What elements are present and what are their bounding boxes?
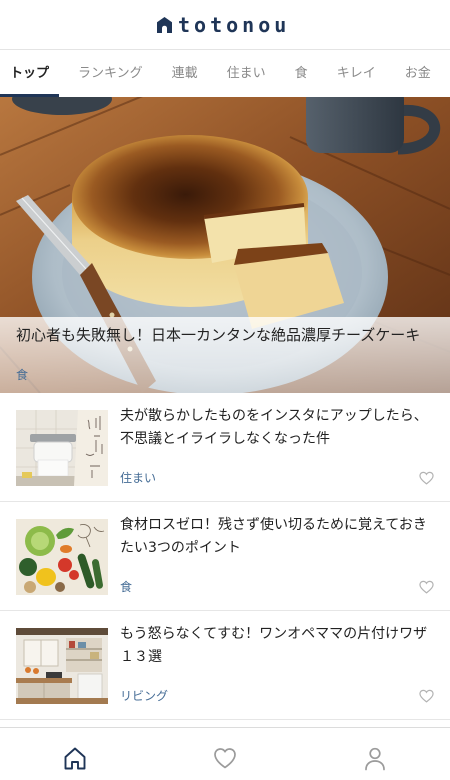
article-title: 食材ロスゼロ！残さず使い切るために覚えておきたい3つのポイント — [120, 517, 427, 556]
house-logo-icon — [157, 17, 172, 33]
article-title: 夫が散らかしたものをインスタにアップしたら、不思議とイライラしなくなった件 — [120, 408, 428, 447]
favorite-button[interactable] — [419, 471, 434, 485]
heart-icon — [419, 689, 434, 703]
article-category: 食 — [120, 580, 133, 594]
tab-housing[interactable]: 住まい — [227, 50, 266, 97]
tab-money[interactable]: お金 — [405, 50, 431, 97]
tab-label: トップ — [10, 66, 50, 81]
tab-label: 住まい — [226, 66, 266, 81]
tab-food[interactable]: 食 — [295, 50, 308, 97]
article-card[interactable]: 夫が散らかしたものをインスタにアップしたら、不思議とイライラしなくなった件 住ま… — [0, 393, 450, 502]
favorite-button[interactable] — [419, 689, 434, 703]
home-icon — [64, 747, 86, 770]
category-tabs: トップ ランキング 連載 住まい 食 キレイ お金 — [0, 50, 450, 97]
tab-label: 食 — [294, 66, 308, 81]
tab-series[interactable]: 連載 — [172, 50, 198, 97]
article-category: リビング — [120, 689, 169, 703]
app-header: totonou — [0, 0, 450, 50]
tab-beauty[interactable]: キレイ — [337, 50, 376, 97]
tab-label: お金 — [404, 66, 431, 81]
nav-favorites[interactable] — [150, 728, 300, 780]
featured-article-title: 初心者も失敗無し！日本一カンタンな絶品濃厚チーズケーキ — [16, 326, 421, 344]
tab-label: キレイ — [336, 66, 376, 81]
logo-text: totonou — [178, 13, 291, 37]
article-thumbnail — [16, 628, 108, 704]
featured-article-caption: 初心者も失敗無し！日本一カンタンな絶品濃厚チーズケーキ 食 — [0, 317, 450, 393]
heart-icon — [214, 748, 236, 769]
article-title: もう怒らなくてすむ！ワンオペママの片付けワザ１３選 — [120, 626, 428, 665]
featured-article[interactable]: 初心者も失敗無し！日本一カンタンな絶品濃厚チーズケーキ 食 — [0, 97, 450, 393]
nav-home[interactable] — [0, 728, 150, 780]
featured-article-category: 食 — [16, 368, 29, 382]
tab-top[interactable]: トップ — [0, 50, 60, 97]
nav-account[interactable] — [300, 728, 450, 780]
heart-icon — [419, 580, 434, 594]
heart-icon — [419, 471, 434, 485]
tab-label: 連載 — [171, 66, 198, 81]
favorite-button[interactable] — [419, 580, 434, 594]
logo[interactable]: totonou — [157, 13, 290, 37]
article-thumbnail — [16, 410, 108, 486]
article-card[interactable]: 食材ロスゼロ！残さず使い切るために覚えておきたい3つのポイント 食 — [0, 502, 450, 611]
article-category: 住まい — [120, 471, 157, 485]
article-card[interactable]: もう怒らなくてすむ！ワンオペママの片付けワザ１３選 リビング — [0, 611, 450, 720]
bottom-nav — [0, 727, 450, 780]
tab-ranking[interactable]: ランキング — [78, 50, 143, 97]
article-thumbnail — [16, 519, 108, 595]
person-icon — [365, 747, 385, 771]
tab-label: ランキング — [78, 66, 143, 81]
